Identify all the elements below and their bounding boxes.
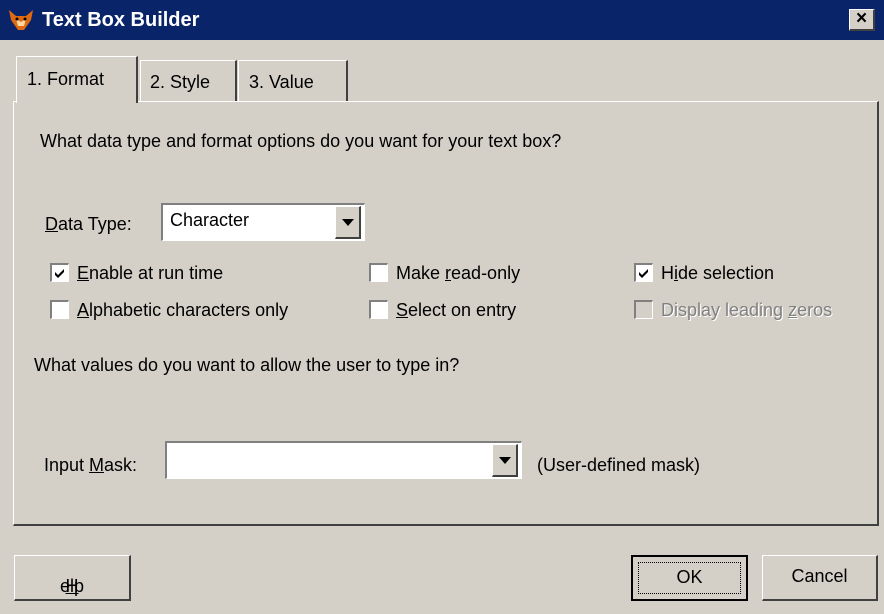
format-question: What data type and format options do you…: [40, 131, 562, 151]
chevron-down-icon: [499, 457, 511, 464]
enable-run-time-label[interactable]: Enable at run time: [77, 263, 223, 284]
close-button[interactable]: ×: [849, 8, 875, 31]
check-icon: [639, 269, 648, 278]
hide-selection-label[interactable]: Hide selection: [661, 263, 774, 284]
data-type-select[interactable]: Character: [161, 203, 365, 241]
input-mask-label: Input Mask:: [44, 455, 138, 475]
select-on-entry-label[interactable]: Select on entry: [396, 300, 516, 321]
make-read-only-label[interactable]: Make read-only: [396, 263, 520, 284]
data-type-label: Data Type:: [45, 214, 132, 234]
tab-value[interactable]: 3. Value: [238, 60, 348, 101]
cancel-button[interactable]: Cancel: [762, 555, 878, 601]
hide-selection-checkbox[interactable]: [634, 263, 653, 282]
data-type-value: Character: [170, 210, 250, 230]
input-mask-combo[interactable]: [165, 441, 522, 479]
input-mask-hint: (User-defined mask): [537, 455, 701, 475]
alphabetic-only-label[interactable]: Alphabetic characters only: [77, 300, 288, 321]
ok-button[interactable]: OK: [631, 555, 748, 601]
alphabetic-only-checkbox[interactable]: [50, 300, 69, 319]
close-icon: ×: [856, 8, 868, 29]
check-icon: [55, 269, 64, 278]
tab-format[interactable]: 1. Format: [16, 56, 138, 103]
data-type-dropdown-button[interactable]: [335, 206, 361, 239]
help-button[interactable]: Help: [14, 555, 131, 601]
tab-style[interactable]: 2. Style: [140, 60, 237, 101]
input-mask-dropdown-button[interactable]: [492, 444, 518, 477]
values-question: What values do you want to allow the use…: [34, 355, 460, 375]
enable-run-time-checkbox[interactable]: [50, 263, 69, 282]
chevron-down-icon: [342, 219, 354, 226]
display-leading-zeros-label: Display leading zeros: [661, 300, 833, 320]
display-leading-zeros-checkbox: [634, 300, 653, 319]
window-title: Text Box Builder: [42, 9, 200, 31]
select-on-entry-checkbox[interactable]: [369, 300, 388, 319]
make-read-only-checkbox[interactable]: [369, 263, 388, 282]
fox-app-icon: [9, 10, 33, 30]
